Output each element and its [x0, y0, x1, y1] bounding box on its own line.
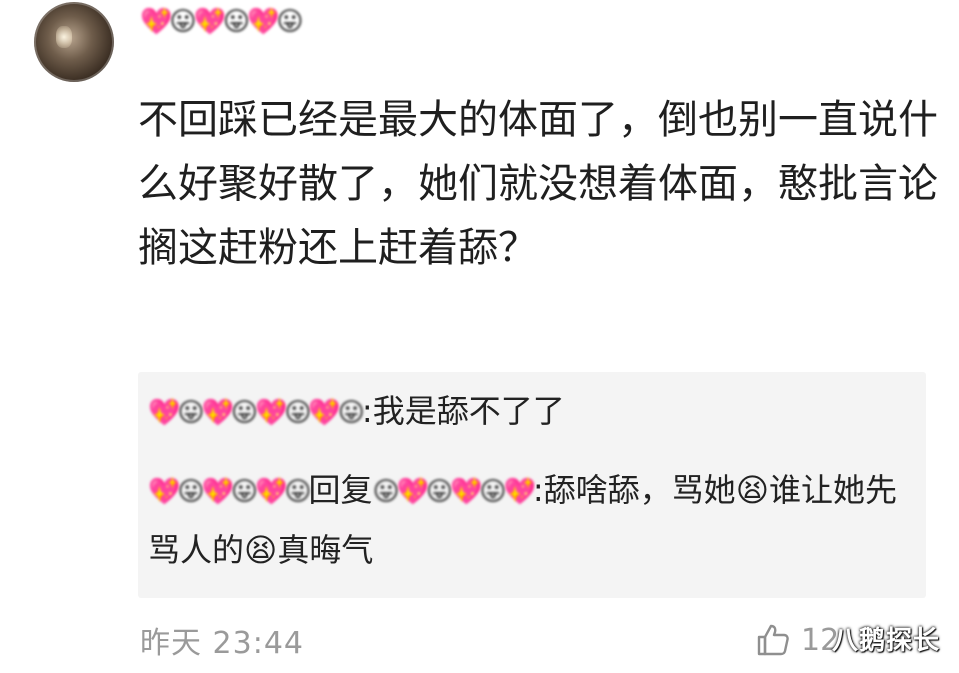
angry-face-emoji-2: 😫 — [244, 531, 278, 569]
comment-timestamp: 昨天 23:44 — [140, 626, 304, 661]
quoted-reply-1: 💖😛💖😛💖😛💖😛:我是舔不了了 — [148, 392, 908, 430]
thumbs-up-icon[interactable] — [755, 622, 791, 658]
quoted-replies-box[interactable]: 💖😛💖😛💖😛💖😛:我是舔不了了 💖😛💖😛💖😛回复😛💖😛💖😛💖:舔啥舔，骂她😫谁让… — [138, 372, 926, 598]
reply1-text: :我是舔不了了 — [361, 392, 565, 430]
quoted-reply-2: 💖😛💖😛💖😛回复😛💖😛💖😛💖:舔啥舔，骂她😫谁让她先骂人的😫真晦气 — [148, 460, 918, 580]
reply2-target-masked[interactable]: 😛💖😛💖😛💖 — [372, 479, 535, 505]
reply2-author-masked[interactable]: 💖😛💖😛💖😛 — [148, 479, 311, 505]
watermark-text: 八鹅探长 — [832, 626, 941, 656]
user-avatar[interactable] — [34, 2, 114, 82]
avatar-photo-highlight — [56, 26, 72, 48]
reply1-author-masked[interactable]: 💖😛💖😛💖😛💖😛 — [148, 400, 365, 426]
reply2-reply-word: 回复 — [308, 471, 373, 509]
comment-text: 不回踩已经是最大的体面了，倒也别一直说什么好聚好散了，她们就没想着体面，憨批言论… — [138, 97, 938, 271]
reply2-text-part3: 真晦气 — [277, 531, 374, 569]
angry-face-emoji: 😫 — [735, 471, 770, 509]
like-button[interactable]: 12 — [755, 618, 839, 662]
username-masked[interactable]: 💖😛💖😛💖😛 — [140, 8, 370, 66]
reply2-text-part1: :舔啥舔，骂她 — [532, 471, 736, 509]
